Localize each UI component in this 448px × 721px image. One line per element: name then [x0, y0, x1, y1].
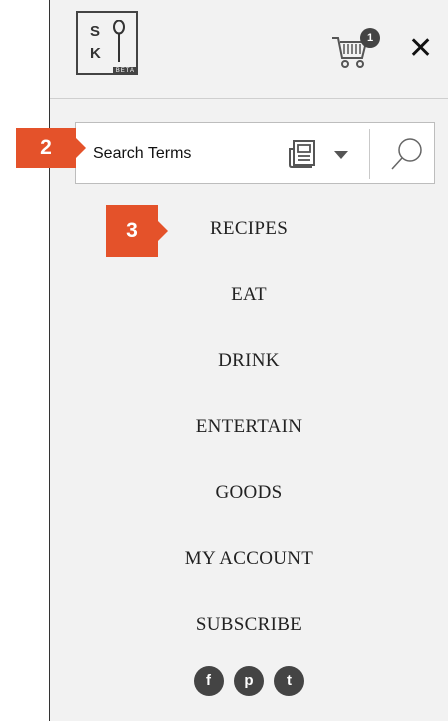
logo-letter-s: S: [90, 23, 101, 40]
nav-item-goods[interactable]: GOODS: [50, 460, 448, 526]
chevron-down-icon[interactable]: [334, 151, 348, 159]
nav-item-subscribe[interactable]: SUBSCRIBE: [50, 592, 448, 658]
cart-count-badge: 1: [360, 28, 380, 48]
step-marker-2: 2: [16, 128, 86, 168]
beta-badge: BETA: [112, 67, 138, 75]
search-bar: [75, 122, 435, 185]
facebook-icon[interactable]: f: [193, 666, 224, 696]
logo-letter-k: K: [90, 45, 101, 62]
pinterest-icon[interactable]: p: [234, 666, 264, 696]
nav-item-entertain[interactable]: ENTERTAIN: [50, 394, 448, 460]
spoon-icon: [113, 20, 125, 62]
social-links: f p t: [50, 666, 448, 696]
nav-item-my-account[interactable]: MY ACCOUNT: [50, 526, 448, 592]
twitter-icon[interactable]: t: [274, 666, 305, 696]
menu-header: S K BETA 1 ✕: [50, 0, 448, 99]
search-input[interactable]: [91, 123, 275, 185]
search-divider: [369, 129, 370, 179]
step-marker-3: 3: [106, 205, 168, 257]
nav-item-drink[interactable]: DRINK: [50, 328, 448, 394]
sk-logo[interactable]: S K BETA: [76, 11, 138, 75]
nav-item-eat[interactable]: EAT: [50, 262, 448, 328]
search-icon[interactable]: [389, 136, 425, 172]
close-icon[interactable]: ✕: [408, 34, 433, 64]
main-nav: RECIPES EAT DRINK ENTERTAIN GOODS MY ACC…: [50, 196, 448, 658]
menu-panel: S K BETA 1 ✕ Search Terms RECIPES EAT DR…: [49, 0, 448, 721]
newspaper-icon[interactable]: [288, 139, 318, 169]
